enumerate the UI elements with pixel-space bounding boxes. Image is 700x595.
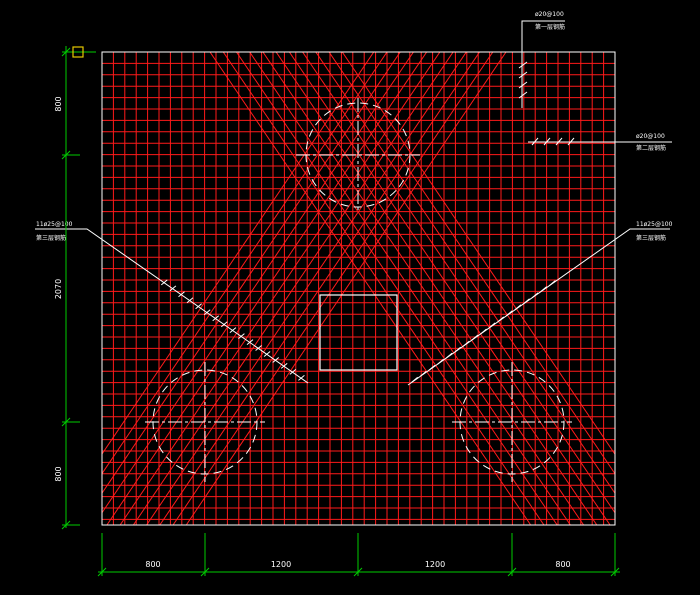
annotation-note: 第三层钢筋 bbox=[636, 234, 666, 242]
annotation-spec: 11ø25@100 bbox=[36, 221, 73, 228]
annotation-spec: ø20@100 bbox=[636, 133, 665, 140]
annotation-spec: ø20@100 bbox=[535, 11, 564, 18]
dimension-label: 2070 bbox=[54, 279, 63, 299]
dimension-label: 800 bbox=[145, 560, 160, 569]
dimension-label: 800 bbox=[54, 466, 63, 481]
dimension-label: 800 bbox=[54, 96, 63, 111]
dimension-label: 1200 bbox=[425, 560, 445, 569]
pile-cap-rebar-drawing: ø20@100 第一层钢筋 ø20@100 第二层钢筋 11ø25@100 第三… bbox=[0, 0, 700, 595]
annotation-note: 第三层钢筋 bbox=[36, 234, 66, 242]
dimension-label: 800 bbox=[555, 560, 570, 569]
background bbox=[0, 0, 700, 595]
annotation-spec: 11ø25@100 bbox=[636, 221, 673, 228]
annotation-note: 第一层钢筋 bbox=[535, 23, 565, 31]
annotation-note: 第二层钢筋 bbox=[636, 144, 666, 152]
dimension-label: 1200 bbox=[271, 560, 291, 569]
